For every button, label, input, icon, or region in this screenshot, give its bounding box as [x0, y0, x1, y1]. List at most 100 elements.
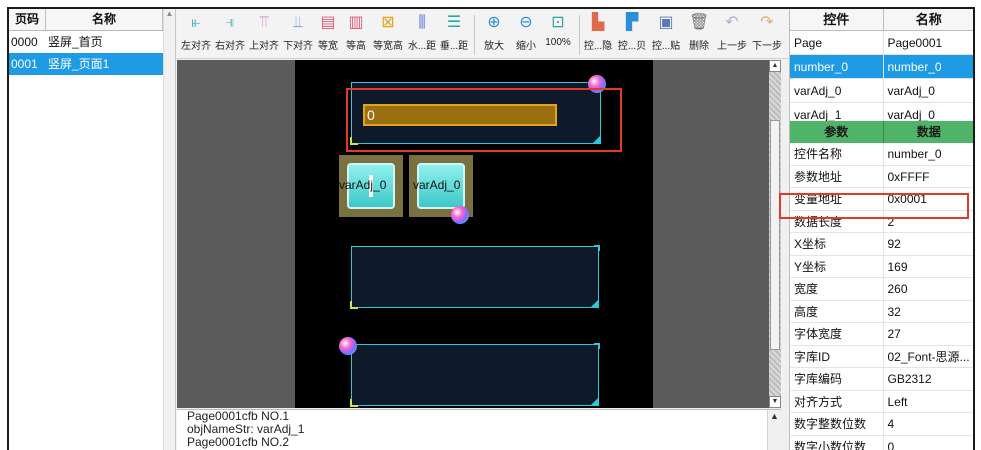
param-row[interactable]: Y坐标 169 [790, 255, 974, 278]
equal-height-icon: ▥ [348, 14, 364, 31]
ctrl-hide-label: 控...隐 [583, 41, 613, 52]
param-row[interactable]: X坐标 92 [790, 233, 974, 256]
param-value[interactable]: Left [884, 391, 974, 413]
zoom-reset-icon: ⊡ [551, 14, 565, 31]
equal-wh-button[interactable]: ⊠ 等宽高 [369, 13, 407, 57]
control-row-varadj1[interactable]: varAdj_1 varAdj_0 [790, 103, 973, 121]
bottom-align-button[interactable]: ⫫ 下对齐 [281, 13, 315, 57]
control-name-header[interactable]: 名称 [883, 9, 973, 31]
page-row-0001[interactable]: 0001 竖屏_页面1 [9, 53, 175, 75]
zoom-in-button[interactable]: ⊕ 放大 [479, 13, 509, 57]
scroll-down-icon[interactable]: ▼ [769, 396, 781, 408]
h-spacing-button[interactable]: ⫼ 水...距 [407, 13, 437, 57]
equal-size-icon: ⊠ [381, 14, 395, 31]
params-panel: 参数 数据 控件名称 number_0 参数地址 0xFFFF 变量地址 0x0001 数据… [789, 121, 974, 450]
ctrl-paste-button[interactable]: ▣ 控...贴 [649, 13, 683, 57]
param-row[interactable]: 对齐方式 Left [790, 390, 974, 413]
param-row[interactable]: 字体宽度 27 [790, 323, 974, 346]
canvas-scrollbar[interactable]: ▲ ▼ [769, 60, 781, 408]
log-line: Page0001cfb NO.2 [187, 435, 290, 449]
param-value[interactable]: number_0 [884, 143, 974, 165]
control-row-number0[interactable]: number_0 number_0 [790, 55, 973, 79]
selection-highlight [779, 193, 969, 219]
param-key: 字库ID [790, 345, 884, 367]
v-spacing-button[interactable]: ☰ 垂...距 [437, 13, 471, 57]
param-key: 数字小数位数 [790, 435, 884, 450]
delete-button[interactable]: 🗑 删除 [685, 13, 713, 57]
page-list: 页码 名称 0000 竖屏_首页 0001 竖屏_页面1 ▲ [9, 9, 176, 450]
control-row-page[interactable]: Page Page0001 [790, 31, 974, 55]
param-value[interactable]: 4 [884, 413, 974, 435]
param-value[interactable]: 260 [884, 278, 974, 300]
scroll-up-icon[interactable]: ▲ [164, 9, 175, 19]
zoom-100-button[interactable]: ⊡ 100% [541, 13, 575, 57]
panel-frame-2[interactable] [350, 245, 600, 309]
right-align-label: 右对齐 [215, 41, 245, 52]
equal-height-label: 等高 [346, 41, 366, 52]
ctrl-hide-button[interactable]: ▙ 控...隐 [581, 13, 615, 57]
page-number-header[interactable]: 页码 [9, 9, 46, 30]
param-row[interactable]: 控件名称 number_0 [790, 143, 974, 166]
ctrl-paste-label: 控...贴 [651, 41, 681, 52]
param-key-header[interactable]: 参数 [790, 121, 884, 143]
control-type-header[interactable]: 控件 [790, 9, 884, 31]
page-row-0000[interactable]: 0000 竖屏_首页 [9, 31, 175, 53]
zoom-in-label: 放大 [484, 41, 504, 52]
design-canvas[interactable]: 0 varAdj_0 varAdj_0 [295, 60, 653, 408]
param-row[interactable]: 宽度 260 [790, 278, 974, 301]
undo-button[interactable]: ↶ 上一步 [715, 13, 749, 57]
align-left-icon: ⫦ [191, 14, 201, 31]
param-value[interactable]: 02_Font-思源... [884, 346, 974, 368]
param-row[interactable]: 数字小数位数 0 [790, 435, 974, 450]
zoom-100-label: 100% [545, 37, 571, 48]
param-value[interactable]: 92 [884, 233, 974, 255]
param-key: Y坐标 [790, 255, 884, 277]
control-type: varAdj_1 [790, 103, 884, 121]
zoom-out-button[interactable]: ⊖ 缩小 [511, 13, 541, 57]
log-scrollbar[interactable]: ▲ [767, 410, 781, 450]
param-value[interactable]: GB2312 [884, 368, 974, 390]
scroll-up-icon[interactable]: ▲ [769, 60, 781, 72]
param-value[interactable]: 32 [884, 301, 974, 323]
orb-decoration [451, 206, 469, 224]
param-row[interactable]: 字库ID 02_Font-思源... [790, 345, 974, 368]
ctrl-copy-button[interactable]: ▛ 控...贝 [615, 13, 649, 57]
param-value[interactable]: 0xFFFF [884, 166, 974, 188]
equal-height-button[interactable]: ▥ 等高 [343, 13, 369, 57]
paste-icon: ▣ [658, 14, 674, 31]
right-align-button[interactable]: ⫣ 右对齐 [213, 13, 247, 57]
equal-width-button[interactable]: ▤ 等宽 [315, 13, 341, 57]
top-align-label: 上对齐 [249, 41, 279, 52]
page-row-number: 0001 [11, 57, 38, 71]
canvas-area[interactable]: 0 varAdj_0 varAdj_0 ▲ ▼ [177, 60, 781, 408]
align-top-icon: ⫪ [259, 14, 269, 31]
param-row[interactable]: 数字整数位数 4 [790, 413, 974, 436]
var-adj-1-label: varAdj_0 [413, 178, 461, 192]
param-value[interactable]: 0 [884, 436, 974, 450]
page-name-header[interactable]: 名称 [46, 9, 163, 30]
v-spacing-icon: ☰ [446, 14, 462, 31]
control-row-varadj0[interactable]: varAdj_0 varAdj_0 [790, 79, 974, 103]
orb-decoration [339, 337, 357, 355]
param-value[interactable]: 27 [884, 323, 974, 345]
left-align-button[interactable]: ⫦ 左对齐 [179, 13, 213, 57]
toolbar-separator [579, 15, 580, 55]
param-row[interactable]: 高度 32 [790, 300, 974, 323]
var-adj-0-label: varAdj_0 [339, 178, 387, 192]
page-list-scrollbar[interactable]: ▲ [163, 9, 175, 450]
param-value-header[interactable]: 数据 [883, 121, 973, 143]
control-type: varAdj_0 [790, 79, 884, 102]
param-key: 字库编码 [790, 368, 884, 390]
redo-button[interactable]: ↷ 下一步 [749, 13, 785, 57]
param-key: 控件名称 [790, 143, 884, 165]
param-value[interactable]: 169 [884, 256, 974, 278]
param-row[interactable]: 参数地址 0xFFFF [790, 165, 974, 188]
control-name: Page0001 [884, 31, 974, 54]
param-row[interactable]: 字库编码 GB2312 [790, 368, 974, 391]
panel-frame-3[interactable] [350, 343, 600, 407]
top-align-button[interactable]: ⫪ 上对齐 [247, 13, 281, 57]
params-header: 参数 数据 [790, 121, 973, 143]
control-name: varAdj_0 [884, 79, 974, 102]
scrollbar-thumb[interactable] [770, 120, 780, 350]
equal-width-icon: ▤ [320, 14, 336, 31]
